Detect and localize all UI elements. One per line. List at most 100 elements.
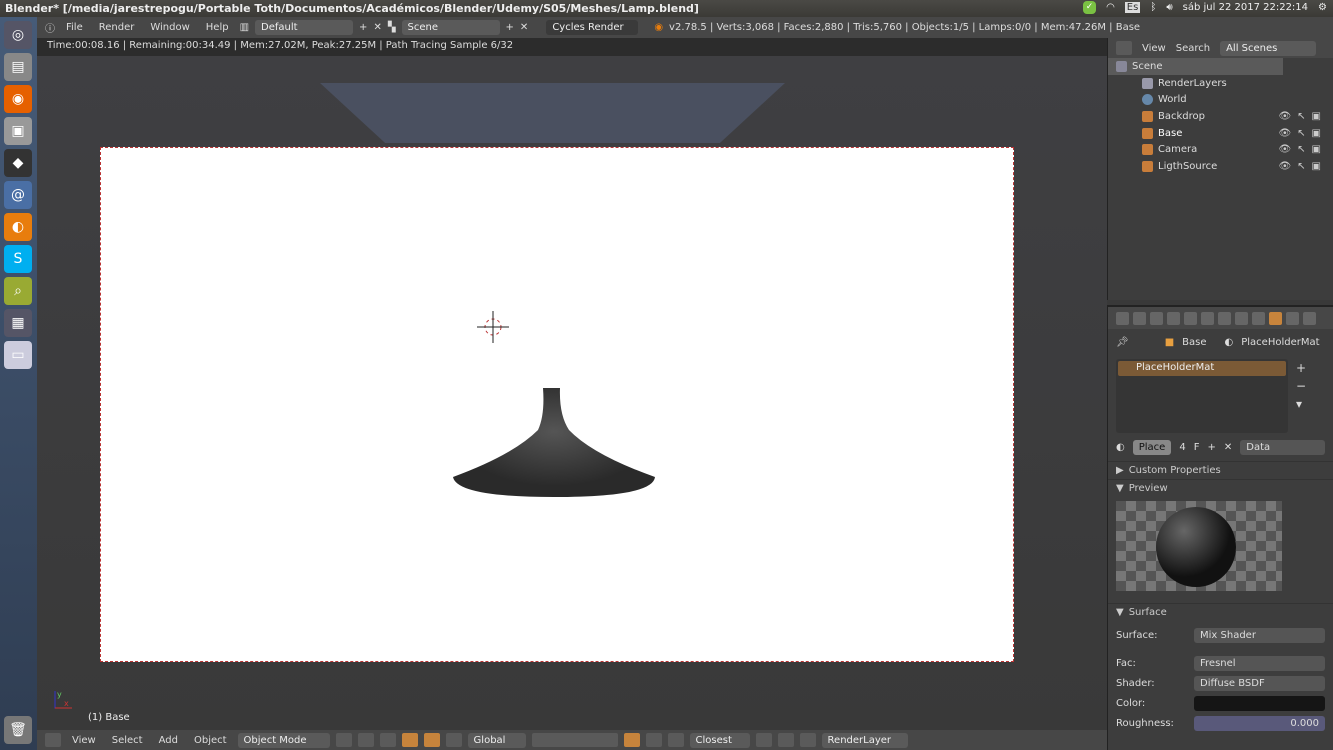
editor-type-icon[interactable] (45, 733, 61, 747)
outliner-menu-view[interactable]: View (1142, 43, 1166, 54)
update-check-icon[interactable]: ✓ (1083, 1, 1097, 14)
layers-tab-icon[interactable] (1150, 311, 1163, 325)
layers-grid[interactable] (531, 733, 618, 747)
constraints-tab-icon[interactable] (1218, 311, 1231, 325)
outliner-filter-select[interactable]: All Scenes (1220, 40, 1317, 56)
opengl-render-icon[interactable] (755, 733, 772, 747)
outliner-menu-search[interactable]: Search (1176, 43, 1210, 54)
rotate-icon[interactable] (423, 733, 440, 747)
app-icon[interactable]: @ (4, 181, 32, 209)
viewport-shading-icon[interactable] (335, 733, 352, 747)
add-layout-button[interactable]: + (359, 22, 367, 33)
3d-cursor-icon[interactable] (477, 311, 509, 343)
dash-icon[interactable]: ◎ (4, 21, 32, 49)
physics-tab-icon[interactable] (1303, 311, 1316, 325)
workspace-switcher-icon[interactable]: ▦ (4, 309, 32, 337)
app-icon-2[interactable]: ▭ (4, 341, 32, 369)
material-slot-list[interactable]: PlaceHolderMat (1116, 359, 1288, 433)
panel-custom-properties[interactable]: ▶ Custom Properties (1108, 461, 1333, 479)
snap-target-select[interactable]: Closest (689, 732, 750, 748)
clock[interactable]: sáb jul 22 2017 22:22:14 (1183, 2, 1308, 13)
shader-select[interactable]: Diffuse BSDF (1194, 675, 1325, 691)
menu-select[interactable]: Select (107, 735, 148, 746)
menu-help[interactable]: Help (201, 22, 234, 33)
blender-icon[interactable]: ◐ (4, 213, 32, 241)
screen-layout-field[interactable]: Default (255, 20, 354, 35)
data-tab-icon[interactable] (1252, 311, 1265, 325)
texture-tab-icon[interactable] (1286, 311, 1299, 325)
camera-app-icon[interactable]: ▣ (4, 117, 32, 145)
material-tab-icon[interactable] (1269, 311, 1282, 325)
menu-render[interactable]: Render (94, 22, 140, 33)
add-scene-button[interactable]: + (506, 22, 514, 33)
snap-icon[interactable] (667, 733, 684, 747)
menu-file[interactable]: File (61, 22, 88, 33)
render-engine-select[interactable]: Cycles Render (546, 20, 639, 35)
info-editor-icon[interactable]: ⓘ (45, 20, 55, 35)
pause-icon[interactable] (799, 733, 816, 747)
scene-field[interactable]: Scene (401, 20, 500, 35)
fac-input-select[interactable]: Fresnel (1194, 655, 1325, 671)
editor-type-icon[interactable] (1116, 311, 1129, 325)
scene-tab-icon[interactable] (1167, 311, 1180, 325)
manipulator-icon[interactable] (379, 733, 396, 747)
material-name-field[interactable]: Place (1132, 439, 1172, 455)
lock-camera-icon[interactable] (623, 733, 640, 747)
render-layer-select[interactable]: RenderLayer (821, 732, 908, 748)
scene-icon[interactable]: ▚ (388, 22, 396, 33)
skype-icon[interactable]: S (4, 245, 32, 273)
outliner-item-renderlayers[interactable]: RenderLayers (1108, 75, 1333, 92)
render-tab-icon[interactable] (1133, 311, 1146, 325)
visibility-icons[interactable]: 👁︎↖▣ (1278, 161, 1327, 172)
menu-object[interactable]: Object (189, 735, 232, 746)
object-tab-icon[interactable] (1201, 311, 1214, 325)
render-animation-icon[interactable] (777, 733, 794, 747)
settings-gear-icon[interactable]: ⚙ (1318, 2, 1327, 13)
mode-select[interactable]: Object Mode (237, 732, 330, 748)
remove-scene-button[interactable]: ✕ (520, 22, 528, 33)
fake-user-button[interactable]: F (1194, 442, 1200, 453)
orientation-select[interactable]: Global (467, 732, 526, 748)
outliner-item-scene[interactable]: Scene (1108, 58, 1283, 75)
menu-add[interactable]: Add (154, 735, 183, 746)
inkscape-icon[interactable]: ◆ (4, 149, 32, 177)
visibility-icons[interactable]: 👁︎↖▣ (1278, 144, 1327, 155)
modifiers-tab-icon[interactable] (1235, 311, 1248, 325)
scale-icon[interactable] (445, 733, 462, 747)
layout-icon[interactable]: ▥ (240, 22, 249, 33)
proportional-edit-icon[interactable] (645, 733, 662, 747)
panel-surface[interactable]: ▼ Surface (1108, 603, 1333, 621)
firefox-icon[interactable]: ◉ (4, 85, 32, 113)
surface-shader-select[interactable]: Mix Shader (1194, 627, 1325, 643)
outliner-item-camera[interactable]: Camera 👁︎↖▣ (1108, 141, 1333, 158)
remove-layout-button[interactable]: ✕ (373, 22, 381, 33)
unlink-material-button[interactable]: ✕ (1224, 442, 1232, 453)
translate-icon[interactable] (401, 733, 418, 747)
visibility-icons[interactable]: 👁︎↖▣ (1278, 128, 1327, 139)
image-viewer-icon[interactable]: ⌕ (4, 277, 32, 305)
outliner-item-lightsource[interactable]: LigthSource 👁︎↖▣ (1108, 158, 1333, 175)
panel-preview[interactable]: ▼ Preview (1108, 479, 1333, 497)
outliner-editor-icon[interactable] (1116, 41, 1132, 55)
trash-icon[interactable]: 🗑︎ (4, 716, 32, 744)
roughness-slider[interactable]: 0.000 (1194, 715, 1325, 731)
pin-icon[interactable]: 📌︎ (1116, 337, 1129, 348)
user-count[interactable]: 4 (1179, 442, 1185, 453)
pivot-icon[interactable] (357, 733, 374, 747)
slot-specials-button[interactable]: ▾ (1296, 397, 1306, 411)
visibility-icons[interactable]: 👁︎↖▣ (1278, 111, 1327, 122)
menu-view[interactable]: View (67, 735, 101, 746)
wifi-icon[interactable]: ◠ (1106, 2, 1115, 13)
files-icon[interactable]: ▤ (4, 53, 32, 81)
color-swatch[interactable] (1194, 695, 1325, 711)
outliner-item-base[interactable]: Base 👁︎↖▣ (1108, 125, 1333, 142)
outliner-item-backdrop[interactable]: Backdrop 👁︎↖▣ (1108, 108, 1333, 125)
new-material-button[interactable]: + (1207, 442, 1215, 453)
menu-window[interactable]: Window (145, 22, 194, 33)
remove-slot-button[interactable]: − (1296, 379, 1306, 393)
material-browse-icon[interactable]: ◐ (1116, 442, 1125, 453)
link-select[interactable]: Data (1240, 439, 1325, 455)
material-slot-item[interactable]: PlaceHolderMat (1118, 361, 1286, 376)
outliner-item-world[interactable]: World (1108, 91, 1333, 108)
bluetooth-icon[interactable]: ᛒ (1150, 2, 1156, 13)
